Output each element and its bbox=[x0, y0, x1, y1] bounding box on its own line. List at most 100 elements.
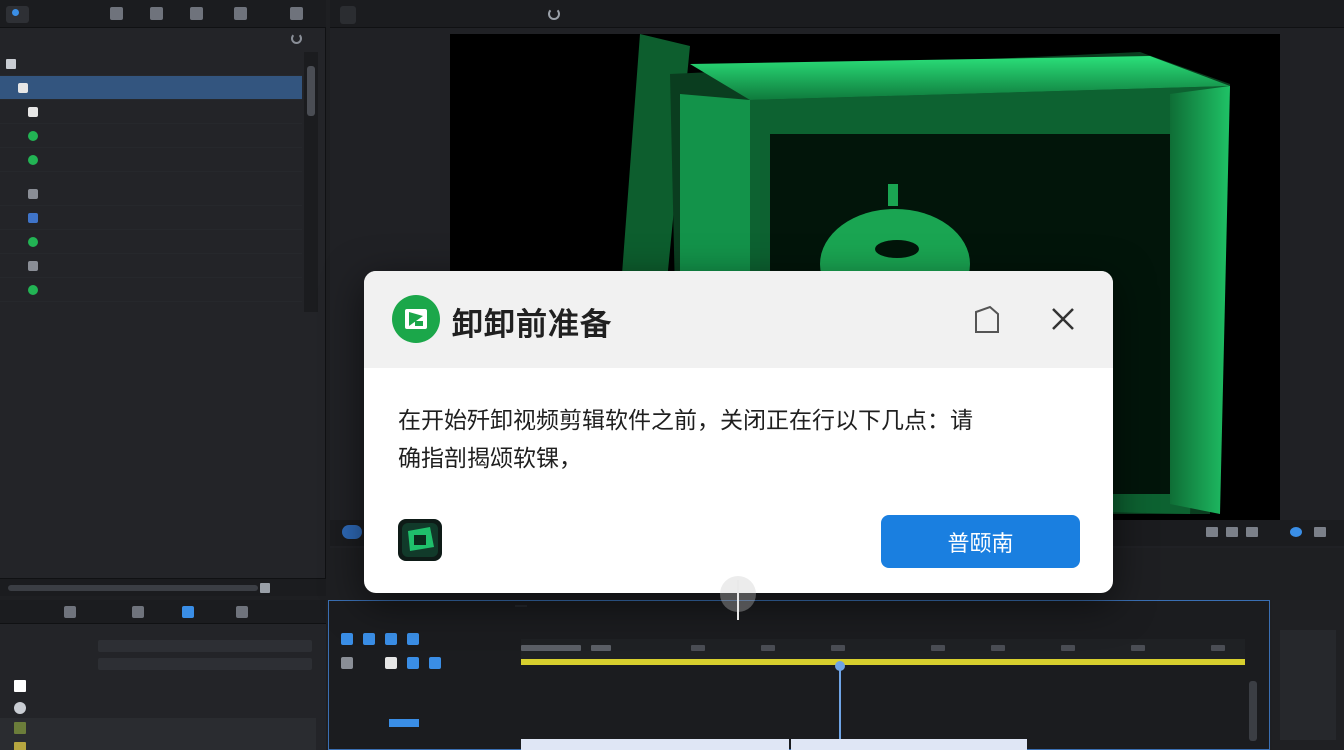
timeline-ruler[interactable] bbox=[521, 639, 1245, 665]
control-icon[interactable] bbox=[1314, 527, 1326, 537]
confirm-button[interactable]: 普颐南 bbox=[881, 515, 1080, 568]
filter-icon[interactable] bbox=[64, 606, 76, 618]
tree-item[interactable] bbox=[0, 254, 302, 278]
project-toolbar bbox=[0, 600, 326, 624]
control-icon[interactable] bbox=[1246, 527, 1258, 537]
slip-tool-icon[interactable] bbox=[341, 657, 353, 669]
ruler-tick bbox=[1061, 645, 1075, 651]
layout-icon[interactable] bbox=[234, 7, 247, 20]
monitor-tab[interactable] bbox=[340, 6, 356, 24]
vertical-scrollbar[interactable] bbox=[304, 52, 318, 312]
panel-toolbar bbox=[0, 0, 326, 28]
ruler-tick bbox=[831, 645, 845, 651]
dialog-header: 卸卸前准备 bbox=[364, 271, 1113, 368]
scrollbar-thumb[interactable] bbox=[307, 66, 315, 116]
tree-item[interactable] bbox=[0, 124, 302, 148]
clip-thumbnail bbox=[14, 741, 26, 750]
timeline-clip[interactable] bbox=[791, 739, 1027, 750]
ruler-tick bbox=[521, 645, 581, 651]
timeline-clip[interactable] bbox=[521, 739, 789, 750]
type-tool-icon[interactable] bbox=[429, 657, 441, 669]
text-icon[interactable] bbox=[190, 7, 203, 20]
project-row[interactable] bbox=[0, 718, 316, 738]
color-swatch[interactable] bbox=[14, 679, 26, 692]
folder-icon bbox=[14, 701, 26, 714]
settings-icon[interactable] bbox=[236, 606, 248, 618]
ruler-tick bbox=[591, 645, 611, 651]
audio-meter-panel bbox=[1272, 600, 1344, 750]
green-dot-icon bbox=[28, 237, 38, 247]
hand-tool-icon[interactable] bbox=[407, 657, 419, 669]
project-row[interactable] bbox=[0, 698, 316, 718]
dialog-message-line1: 在开始歼卸视频剪辑软件之前，关闭正在行以下几点：请 bbox=[398, 408, 973, 434]
timecode-badge[interactable] bbox=[342, 525, 362, 539]
refresh-icon[interactable] bbox=[291, 33, 302, 44]
project-row[interactable] bbox=[0, 738, 316, 750]
panel-subheader bbox=[0, 30, 326, 48]
project-field[interactable] bbox=[98, 658, 312, 670]
grid-icon[interactable] bbox=[182, 606, 194, 618]
media-browser-panel bbox=[0, 0, 326, 596]
close-icon[interactable] bbox=[1046, 302, 1080, 336]
playhead-line[interactable] bbox=[839, 665, 841, 750]
select-tool-icon[interactable] bbox=[341, 633, 353, 645]
green-dot-icon bbox=[28, 131, 38, 141]
maximize-icon[interactable] bbox=[970, 302, 1004, 336]
clip-thumbnail bbox=[14, 721, 26, 734]
tree-item[interactable] bbox=[0, 182, 302, 206]
check-icon bbox=[28, 107, 38, 117]
audio-meter bbox=[1280, 630, 1336, 740]
video-editor-app-icon bbox=[396, 517, 444, 563]
toolbar-icon[interactable] bbox=[110, 7, 123, 20]
list-icon[interactable] bbox=[150, 7, 163, 20]
control-icon[interactable] bbox=[1226, 527, 1238, 537]
tree-item[interactable] bbox=[0, 148, 302, 172]
ruler-tick bbox=[1211, 645, 1225, 651]
project-field[interactable] bbox=[98, 640, 312, 652]
timeline-tab-2[interactable] bbox=[515, 605, 527, 607]
tree-item[interactable] bbox=[0, 230, 302, 254]
project-row[interactable] bbox=[0, 676, 316, 696]
horizontal-scrollbar[interactable] bbox=[8, 585, 258, 591]
pen-icon bbox=[28, 189, 38, 199]
app-logo-icon bbox=[392, 295, 440, 343]
work-area-bar[interactable] bbox=[521, 659, 1245, 665]
menu-icon[interactable] bbox=[290, 7, 303, 20]
green-dot-icon bbox=[28, 285, 38, 295]
monitor-toolbar bbox=[330, 0, 1344, 28]
dialog-title: 卸卸前准备 bbox=[452, 307, 612, 343]
track-toggle[interactable] bbox=[389, 719, 419, 727]
control-icon[interactable] bbox=[1206, 527, 1218, 537]
project-row[interactable] bbox=[0, 654, 316, 674]
dialog-message-line2: 确指剖揭颂软锞， bbox=[398, 446, 582, 472]
tree-item[interactable] bbox=[0, 206, 302, 230]
tool-icon bbox=[28, 261, 38, 271]
ruler-tick bbox=[1131, 645, 1145, 651]
panel-tab[interactable] bbox=[6, 6, 29, 23]
mouse-cursor bbox=[720, 576, 756, 620]
marker-icon[interactable] bbox=[132, 606, 144, 618]
tree-item[interactable] bbox=[0, 100, 302, 124]
project-panel bbox=[0, 600, 326, 750]
ruler-tick bbox=[991, 645, 1005, 651]
track-tool-icon[interactable] bbox=[363, 633, 375, 645]
tree-header[interactable] bbox=[0, 52, 302, 76]
video-editor-window: 卸卸前准备 在开始歼卸视频剪辑软件之前，关闭正在行以下几点：请 确指剖揭颂软锞， bbox=[0, 0, 1344, 750]
project-row[interactable] bbox=[0, 636, 316, 656]
razor-tool-icon[interactable] bbox=[407, 633, 419, 645]
timeline-scrollbar[interactable] bbox=[1249, 681, 1257, 741]
timeline-panel bbox=[328, 600, 1270, 750]
settings-icon[interactable] bbox=[1290, 527, 1302, 537]
panel-footer bbox=[0, 578, 326, 596]
refresh-icon[interactable] bbox=[548, 8, 560, 20]
ruler-tick bbox=[691, 645, 705, 651]
uninstall-dialog: 卸卸前准备 在开始歼卸视频剪辑软件之前，关闭正在行以下几点：请 确指剖揭颂软锞， bbox=[364, 271, 1113, 593]
ripple-tool-icon[interactable] bbox=[385, 633, 397, 645]
new-item-icon[interactable] bbox=[260, 583, 270, 593]
tree-item-selected[interactable] bbox=[0, 76, 302, 100]
blue-flag-icon bbox=[28, 213, 38, 223]
tree-item[interactable] bbox=[0, 278, 302, 302]
pen-tool-icon[interactable] bbox=[385, 657, 397, 669]
tree-header-icon bbox=[6, 59, 16, 69]
green-dot-icon bbox=[28, 155, 38, 165]
